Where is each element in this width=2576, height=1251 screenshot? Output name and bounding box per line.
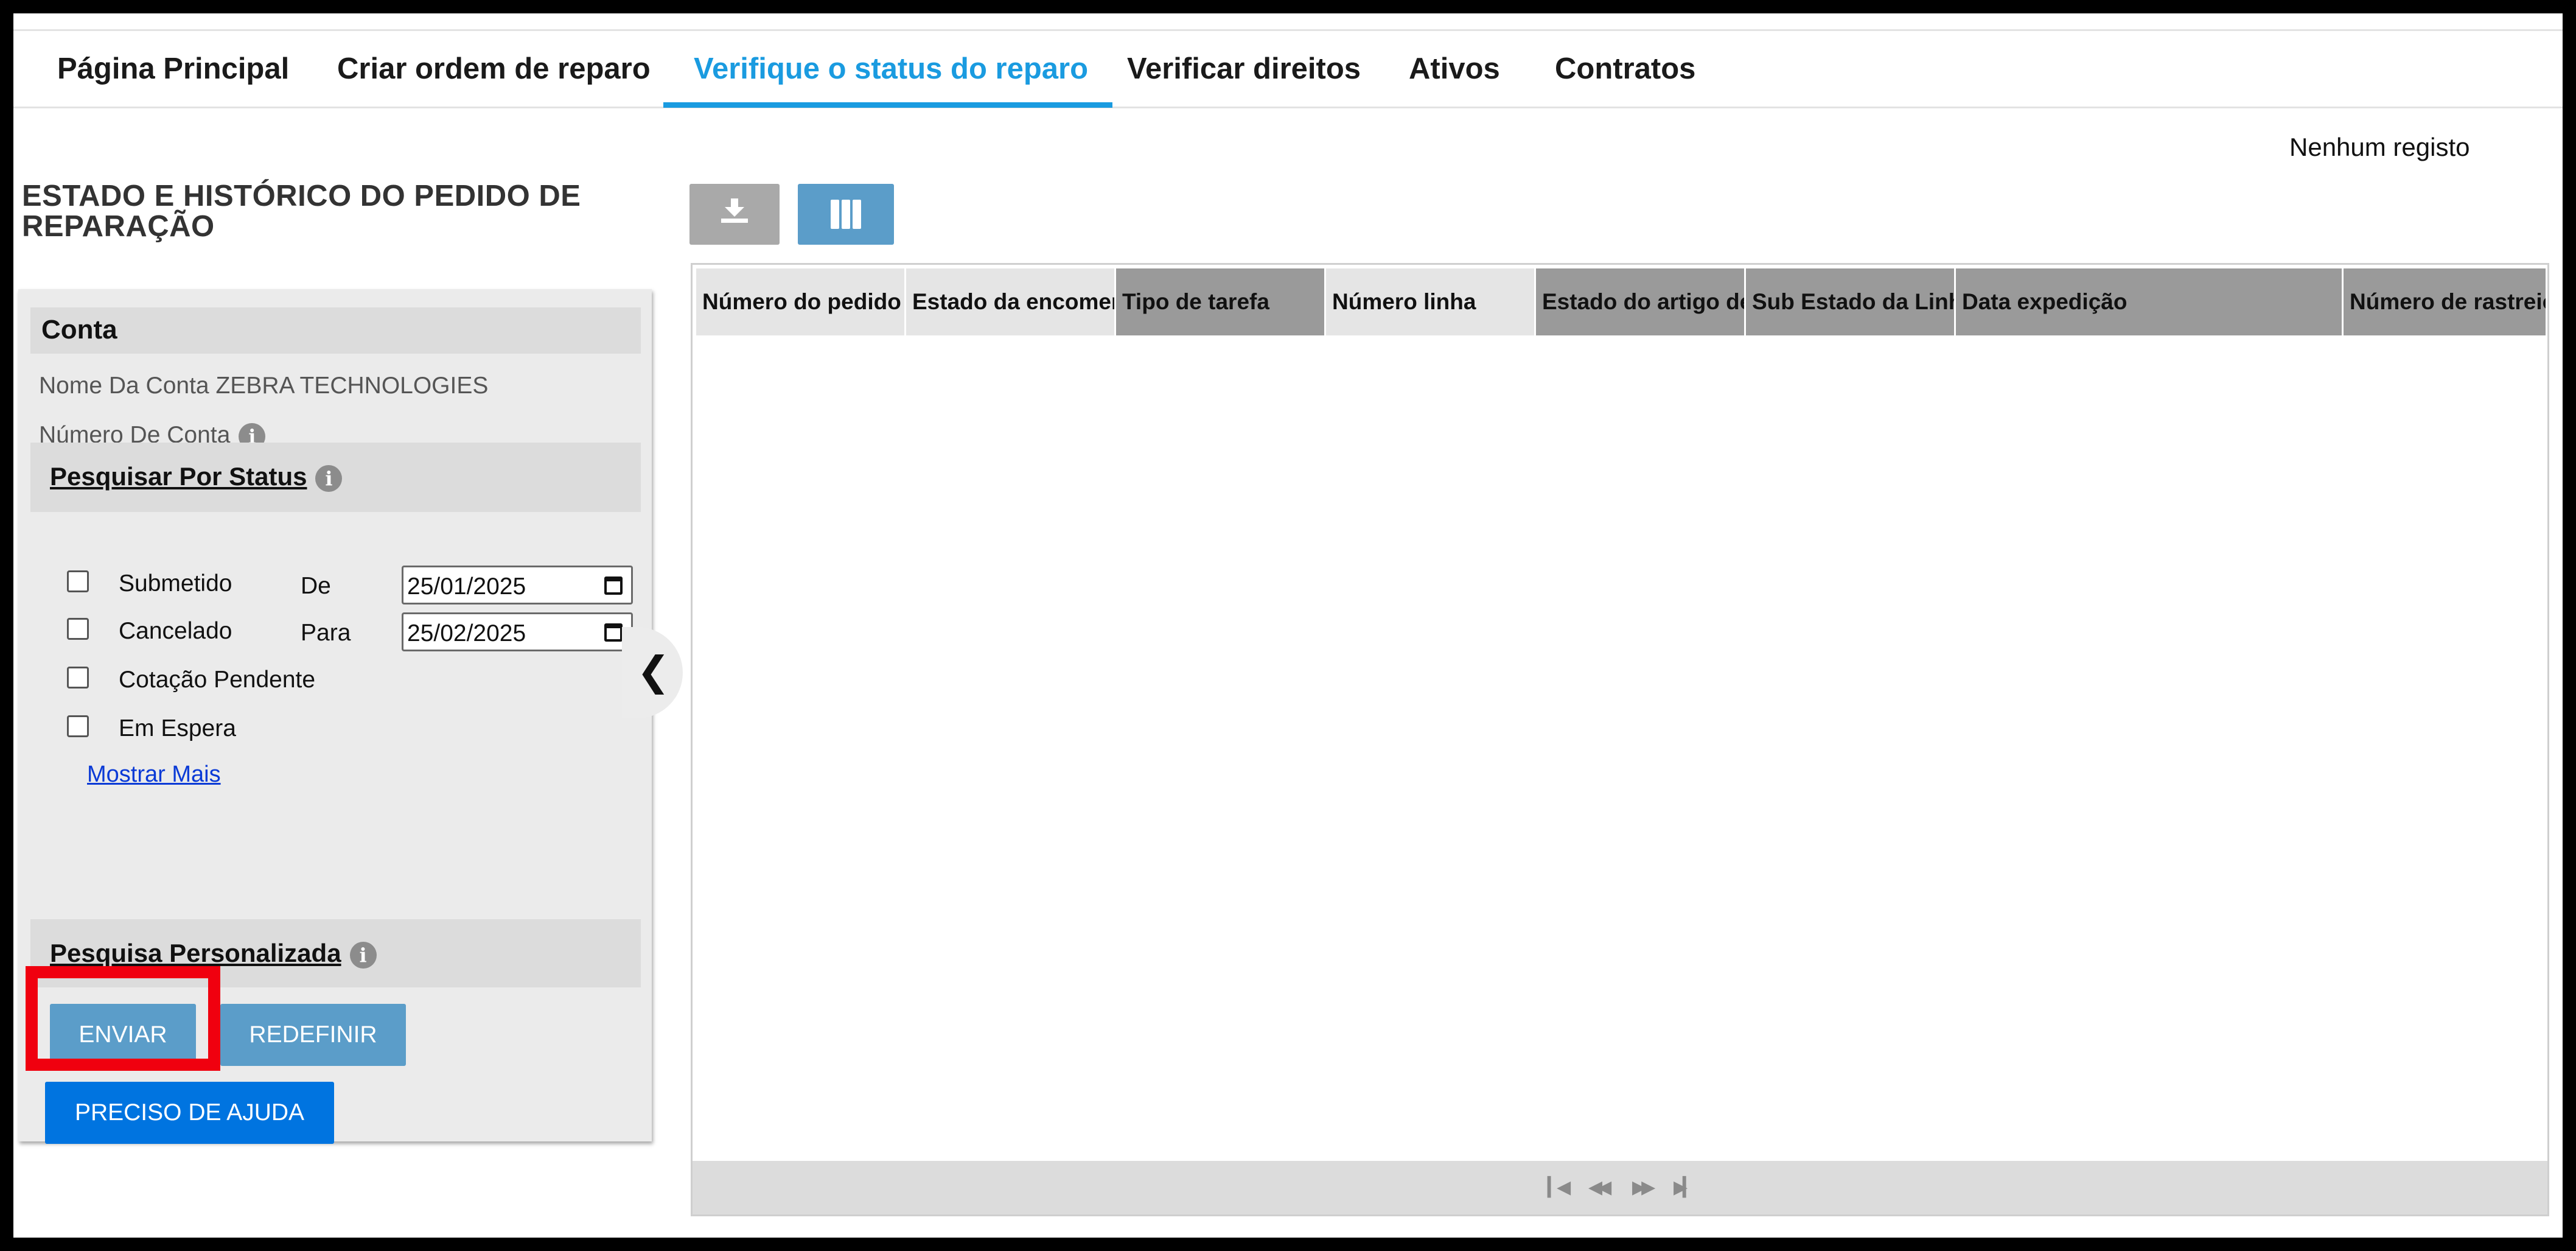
to-date-input[interactable]: 25/02/2025 [402, 612, 633, 651]
account-section-title: Conta [41, 315, 117, 345]
reset-button[interactable]: REDEFINIR [220, 1004, 406, 1066]
to-date-label: Para [301, 620, 351, 646]
tab-check-repair-status[interactable]: Verifique o status do reparo [694, 31, 1088, 107]
column-header-line-number[interactable]: Número linha [1326, 268, 1536, 335]
checkbox-em-espera[interactable] [67, 715, 89, 737]
from-date-value: 25/01/2025 [407, 573, 526, 600]
column-header-line-item-status[interactable]: Estado do artigo de linha [1536, 268, 1746, 335]
column-header-task-type[interactable]: Tipo de tarefa [1116, 268, 1326, 335]
calendar-icon[interactable] [604, 576, 623, 595]
checkbox-label-submetido: Submetido [119, 570, 232, 597]
record-count: Nenhum registo [2289, 133, 2470, 161]
from-date-label: De [301, 573, 331, 599]
checkbox-label-em-espera: Em Espera [119, 715, 236, 741]
tab-contracts[interactable]: Contratos [1555, 31, 1695, 107]
info-icon[interactable]: i [349, 941, 377, 969]
column-header-order-number[interactable]: Número do pedido [696, 268, 906, 335]
account-name: Nome Da Conta ZEBRA TECHNOLOGIES [39, 373, 488, 399]
checkbox-cancelado[interactable] [67, 618, 89, 640]
previous-page-icon[interactable]: ◀◀ [1588, 1177, 1611, 1198]
column-chooser-button[interactable] [798, 184, 894, 245]
status-search-header: Pesquisar Por Status i [30, 443, 641, 512]
tab-assets[interactable]: Ativos [1409, 31, 1500, 107]
chevron-left-icon: ❮ [637, 648, 671, 695]
help-button[interactable]: PRECISO DE AJUDA [45, 1082, 334, 1144]
app-window: Página Principal Criar ordem de reparo V… [13, 13, 2563, 1238]
page-title: ESTADO E HISTÓRICO DO PEDIDO DE REPARAÇÃ… [22, 180, 581, 243]
highlight-annotation [26, 966, 220, 1071]
pager: ▎◀ ◀◀ ▶▶ ▶▎ [693, 1161, 2547, 1214]
active-tab-indicator [663, 102, 1112, 108]
last-page-icon[interactable]: ▶▎ [1674, 1177, 1697, 1198]
tab-home[interactable]: Página Principal [57, 31, 289, 107]
download-icon [721, 198, 748, 223]
top-nav: Página Principal Criar ordem de reparo V… [13, 29, 2563, 108]
info-icon[interactable]: i [315, 464, 343, 492]
tab-create-repair-order[interactable]: Criar ordem de reparo [337, 31, 651, 107]
calendar-icon[interactable] [604, 623, 623, 642]
next-page-icon[interactable]: ▶▶ [1632, 1177, 1655, 1198]
checkbox-label-cotacao-pendente: Cotação Pendente [119, 667, 316, 693]
account-name-label: Nome Da Conta [39, 373, 209, 399]
column-header-ship-date[interactable]: Data expedição [1956, 268, 2344, 335]
column-header-tracking-number[interactable]: Número de rastreio [2344, 268, 2547, 335]
checkbox-cotacao-pendente[interactable] [67, 667, 89, 689]
account-name-value: ZEBRA TECHNOLOGIES [215, 373, 489, 399]
from-date-input[interactable]: 25/01/2025 [402, 566, 633, 604]
column-header-line-sub-status[interactable]: Sub Estado da Linha [1746, 268, 1956, 335]
account-section-header: Conta [30, 307, 641, 354]
column-header-order-status[interactable]: Estado da encomenda [906, 268, 1116, 335]
status-search-title[interactable]: Pesquisar Por Status i [50, 462, 343, 492]
tab-check-entitlements[interactable]: Verificar direitos [1127, 31, 1361, 107]
show-more-link[interactable]: Mostrar Mais [87, 762, 221, 788]
results-grid: Número do pedido Estado da encomenda Tip… [691, 263, 2549, 1216]
checkbox-submetido[interactable] [67, 570, 89, 592]
custom-search-title[interactable]: Pesquisa Personalizada i [50, 939, 377, 969]
collapse-panel-toggle[interactable]: ❮ [622, 627, 683, 718]
download-button[interactable] [689, 184, 780, 245]
checkbox-label-cancelado: Cancelado [119, 618, 232, 644]
to-date-value: 25/02/2025 [407, 620, 526, 647]
first-page-icon[interactable]: ▎◀ [1548, 1177, 1571, 1198]
